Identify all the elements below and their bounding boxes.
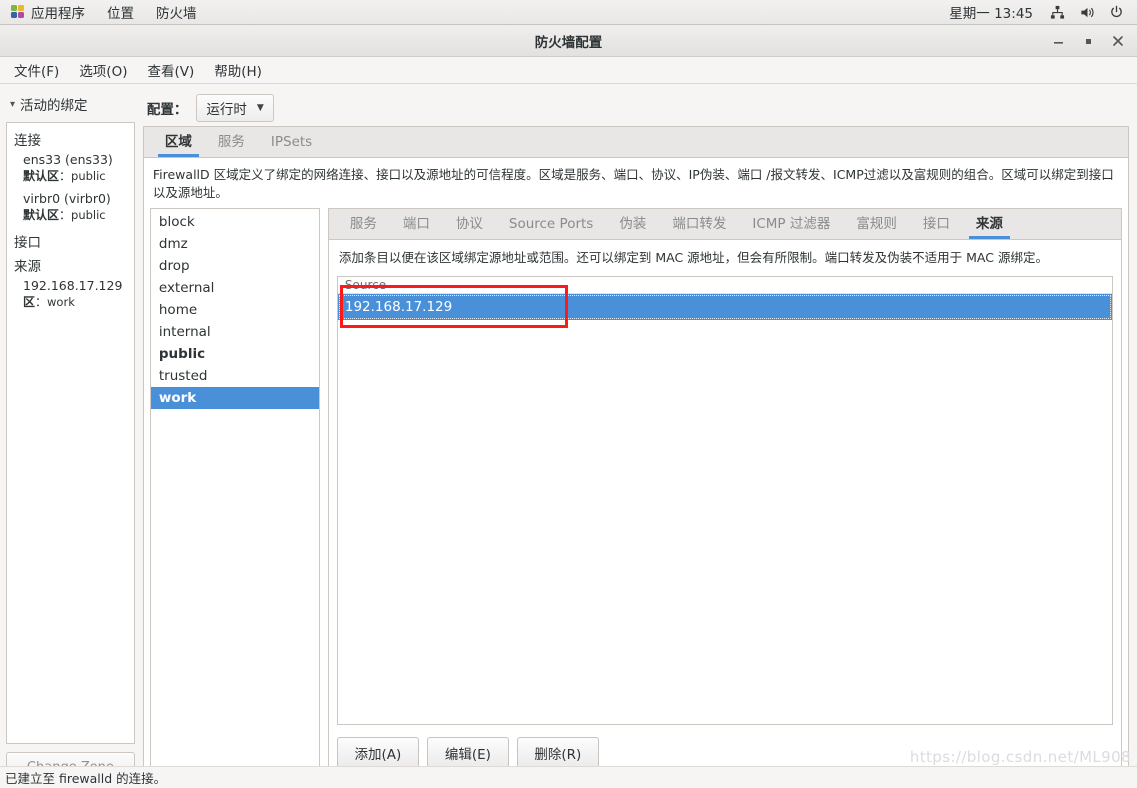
panel-item-applications[interactable]: 应用程序 <box>0 0 96 25</box>
window-title: 防火墙配置 <box>534 34 603 51</box>
window-titlebar: 防火墙配置 <box>0 25 1137 57</box>
zone-detail-notebook: 服务 端口 协议 Source Ports 伪装 端口转发 ICMP 过滤器 富… <box>327 208 1122 781</box>
binding-zone-value: public <box>71 208 106 222</box>
binding-zone-value: public <box>71 169 106 183</box>
bindings-group-interfaces-title: 接口 <box>14 235 41 251</box>
statusbar-text: 已建立至 firewalld 的连接。 <box>5 771 167 786</box>
statusbar: 已建立至 firewalld 的连接。 <box>0 766 1137 788</box>
binding-name: 192.168.17.129 <box>23 278 123 293</box>
active-bindings-header[interactable]: ▾ 活动的绑定 <box>6 90 135 122</box>
zone-item-block[interactable]: block <box>151 211 319 233</box>
configuration-select-value: 运行时 <box>206 102 247 118</box>
menu-options[interactable]: 选项(O) <box>69 57 137 83</box>
edit-button[interactable]: 编辑(E) <box>426 737 509 768</box>
watermark: https://blog.csdn.net/ML908 <box>909 748 1131 766</box>
zone-item-home[interactable]: home <box>151 299 319 321</box>
source-column-header: Source <box>337 277 1112 294</box>
active-bindings-label: 活动的绑定 <box>20 98 88 114</box>
table-row[interactable]: 192.168.17.129 <box>337 294 1112 320</box>
panel-item-places[interactable]: 位置 <box>96 0 145 25</box>
zone-item-internal[interactable]: internal <box>151 321 319 343</box>
add-button[interactable]: 添加(A) <box>336 737 419 768</box>
zone-item-external[interactable]: external <box>151 277 319 299</box>
binding-zone-value: work <box>47 295 75 309</box>
binding-zone: 默认区：public <box>23 169 106 183</box>
maximize-icon[interactable] <box>1073 26 1103 56</box>
main-tabbar: 区域 服务 IPSets <box>143 127 1128 158</box>
tab-sources[interactable]: 来源 <box>963 209 1016 240</box>
binding-zone: 默认区：public <box>23 208 106 222</box>
zone-item-dmz[interactable]: dmz <box>151 233 319 255</box>
binding-zone: 区：work <box>23 295 75 309</box>
remove-button[interactable]: 删除(R) <box>516 737 599 768</box>
tab-port-forwarding[interactable]: 端口转发 <box>659 209 739 239</box>
active-bindings-list[interactable]: 连接 ens33 (ens33) 默认区：public virbr0 (virb… <box>6 122 135 744</box>
power-icon[interactable] <box>1102 5 1131 20</box>
tab-masquerading[interactable]: 伪装 <box>606 209 659 239</box>
panel-clock[interactable]: 星期一 13:45 <box>939 2 1043 22</box>
close-icon[interactable] <box>1103 26 1133 56</box>
binding-item-source-ip[interactable]: 192.168.17.129 区：work <box>7 277 134 316</box>
menu-help[interactable]: 帮助(H) <box>204 57 272 83</box>
tab-interfaces[interactable]: 接口 <box>910 209 963 239</box>
zone-item-work[interactable]: work <box>150 387 319 410</box>
configuration-label: 配置： <box>146 102 188 118</box>
window-body: ▾ 活动的绑定 连接 ens33 (ens33) 默认区：public virb… <box>0 84 1137 788</box>
zone-detail-tabbar: 服务 端口 协议 Source Ports 伪装 端口转发 ICMP 过滤器 富… <box>328 209 1121 241</box>
tab-source-ports[interactable]: Source Ports <box>496 209 606 239</box>
tab-icmp-filter[interactable]: ICMP 过滤器 <box>739 209 843 239</box>
binding-zone-label: 区 <box>23 295 36 309</box>
tab-zones[interactable]: 区域 <box>152 127 205 157</box>
configuration-row: 配置： 运行时 ▼ <box>143 90 1129 126</box>
zone-area: block dmz drop external home internal pu… <box>144 208 1128 787</box>
main-notebook: 区域 服务 IPSets FirewallD 区域定义了绑定的网络连接、接口以及… <box>142 126 1129 788</box>
panel-right-area: 星期一 13:45 <box>939 2 1137 22</box>
window-controls <box>1043 25 1133 57</box>
source-table[interactable]: Source 192.168.17.129 <box>336 276 1113 725</box>
bindings-group-connections-title: 连接 <box>14 133 41 149</box>
panel-item-firewall-label: 防火墙 <box>156 6 197 22</box>
tab-ipsets[interactable]: IPSets <box>258 127 325 157</box>
minimize-icon[interactable] <box>1043 26 1073 56</box>
desktop-top-panel: 应用程序 位置 防火墙 星期一 13:45 <box>0 0 1137 25</box>
menubar: 文件(F) 选项(O) 查看(V) 帮助(H) <box>0 57 1137 84</box>
volume-icon[interactable] <box>1072 5 1102 20</box>
bindings-group-sources-title: 来源 <box>14 259 41 275</box>
tab-services[interactable]: 服务 <box>205 127 258 157</box>
main-pane: 配置： 运行时 ▼ 区域 服务 IPSets FirewallD 区域定义了绑定… <box>141 84 1137 788</box>
network-icon[interactable] <box>1043 5 1072 20</box>
binding-zone-label: 默认区 <box>23 169 60 183</box>
tab-services[interactable]: 服务 <box>337 209 390 239</box>
zone-item-trusted[interactable]: trusted <box>151 365 319 387</box>
binding-name: virbr0 (virbr0) <box>23 191 111 206</box>
chevron-down-icon: ▾ <box>10 98 16 110</box>
panel-item-places-label: 位置 <box>107 6 134 22</box>
tab-protocols[interactable]: 协议 <box>443 209 496 239</box>
sources-description: 添加条目以便在该区域绑定源地址或范围。还可以绑定到 MAC 源地址，但会有所限制… <box>338 250 1048 266</box>
tab-rich-rules[interactable]: 富规则 <box>843 209 910 239</box>
tab-ports[interactable]: 端口 <box>390 209 443 239</box>
zones-description: FirewallD 区域定义了绑定的网络连接、接口以及源地址的可信程度。区域是服… <box>143 158 1128 209</box>
panel-item-applications-label: 应用程序 <box>31 6 85 22</box>
firewall-config-window: 防火墙配置 文件(F) 选项(O) 查看(V) 帮助(H) ▾ 活动的绑定 连接… <box>0 25 1137 788</box>
menu-file[interactable]: 文件(F) <box>4 57 69 83</box>
zone-item-public[interactable]: public <box>151 343 319 365</box>
gnome-logo-icon <box>11 5 25 19</box>
zone-item-drop[interactable]: drop <box>151 255 319 277</box>
zone-list[interactable]: block dmz drop external home internal pu… <box>149 208 320 781</box>
binding-zone-label: 默认区 <box>23 208 60 222</box>
chevron-down-icon: ▼ <box>256 103 264 113</box>
source-row-value: 192.168.17.129 <box>344 299 453 315</box>
binding-item-ens33[interactable]: ens33 (ens33) 默认区：public <box>7 151 134 190</box>
menu-view[interactable]: 查看(V) <box>137 57 204 83</box>
active-bindings-pane: ▾ 活动的绑定 连接 ens33 (ens33) 默认区：public virb… <box>0 84 141 788</box>
binding-item-virbr0[interactable]: virbr0 (virbr0) 默认区：public <box>7 190 134 229</box>
panel-item-firewall[interactable]: 防火墙 <box>145 0 208 25</box>
configuration-select[interactable]: 运行时 ▼ <box>196 94 274 122</box>
binding-name: ens33 (ens33) <box>23 152 113 167</box>
